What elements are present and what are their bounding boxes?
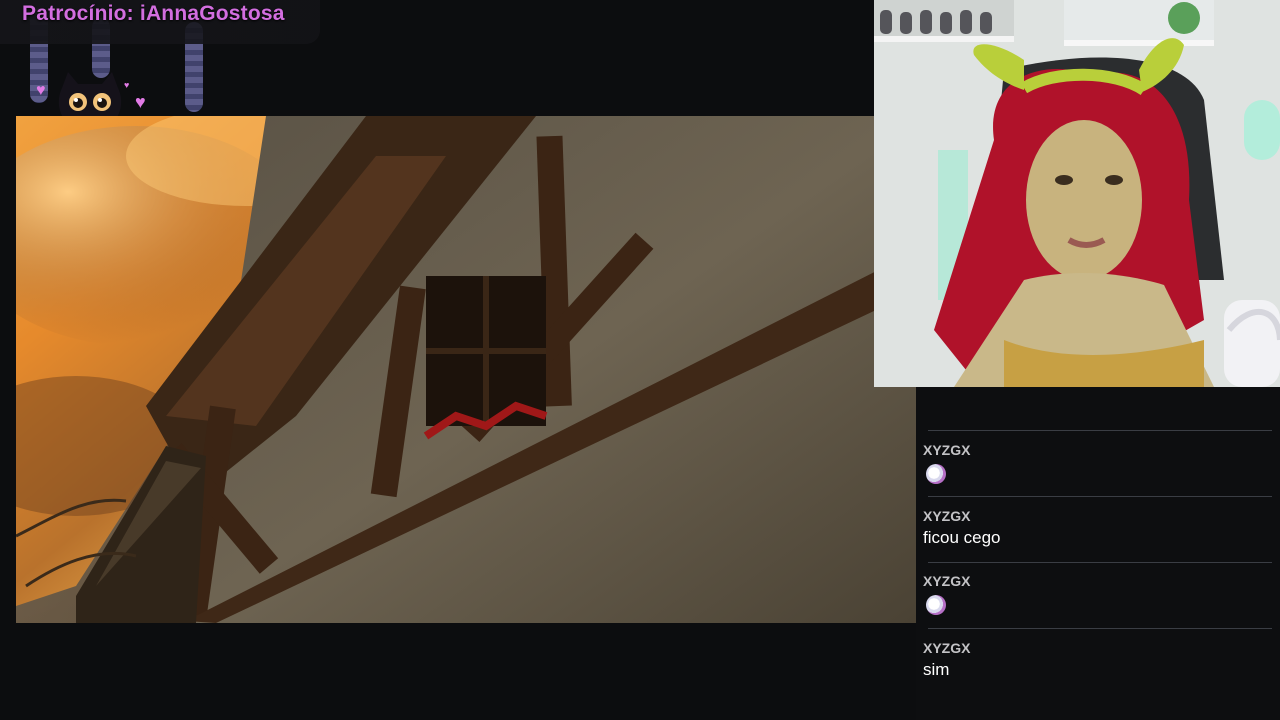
chat-username[interactable]: XYZGX: [923, 573, 1273, 589]
heart-icon: ♥: [124, 80, 130, 90]
chat-message: XYZGX sim: [923, 640, 1273, 680]
chat-username[interactable]: XYZGX: [923, 508, 1273, 524]
webcam-feed: [874, 0, 1280, 387]
chat-divider: [928, 562, 1272, 563]
chat-username[interactable]: XYZGX: [923, 442, 1273, 458]
chat-message: XYZGX: [923, 442, 1273, 484]
sponsor-text: Patrocínio: iAnnaGostosa: [22, 2, 285, 25]
chat-panel[interactable]: XYZGX XYZGX ficou cego XYZGX XYZGX sim: [916, 387, 1280, 720]
heart-icon: ♥: [135, 92, 146, 112]
video-player[interactable]: [16, 116, 916, 623]
ghost-emote-icon: [926, 595, 946, 615]
chat-divider: [928, 496, 1272, 497]
chat-message: XYZGX: [923, 573, 1273, 615]
sponsor-banner: Patrocínio: iAnnaGostosa: [0, 0, 320, 44]
chat-message-text: sim: [923, 660, 950, 679]
movie-frame: [16, 116, 916, 623]
streamer-camera: [874, 0, 1280, 387]
chat-message-text: ficou cego: [923, 528, 1001, 547]
chat-username[interactable]: XYZGX: [923, 640, 1273, 656]
chat-divider: [928, 628, 1272, 629]
chat-divider: [928, 430, 1272, 431]
chat-message: XYZGX ficou cego: [923, 508, 1273, 548]
ghost-emote-icon: [926, 464, 946, 484]
heart-icon: ♥: [36, 82, 46, 99]
